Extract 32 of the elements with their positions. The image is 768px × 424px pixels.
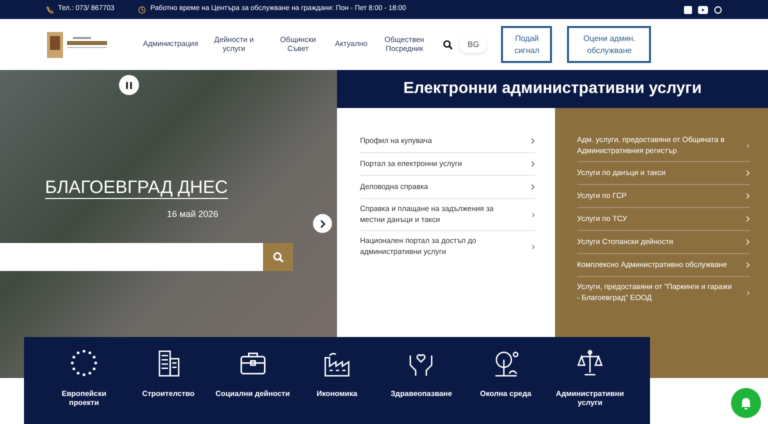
- chevron-right-icon: [531, 138, 535, 144]
- chevron-right-icon: [746, 262, 750, 268]
- chevron-right-icon: [532, 212, 535, 218]
- services-heading: Електронни административни услуги: [337, 70, 768, 108]
- chevron-right-icon: [532, 244, 535, 250]
- next-slide-button[interactable]: [313, 214, 332, 233]
- chevron-right-icon: [320, 220, 326, 228]
- chevron-right-icon: [746, 170, 750, 176]
- chevron-right-icon: [746, 193, 750, 199]
- search-icon[interactable]: [443, 40, 454, 50]
- chevron-right-icon: [747, 142, 750, 148]
- chevron-right-icon: [747, 290, 750, 296]
- rate-service-button[interactable]: Оцени админ. обслужване: [567, 26, 652, 63]
- phone-icon: [46, 6, 54, 14]
- search-icon: [272, 252, 284, 262]
- search-field[interactable]: [0, 243, 293, 271]
- stars-circle-icon: [68, 347, 100, 379]
- pause-button[interactable]: [119, 75, 139, 95]
- news-headline-link[interactable]: БЛАГОЕВГРАД ДНЕС: [45, 178, 228, 199]
- report-button[interactable]: Подай сигнал: [501, 26, 552, 63]
- chevron-right-icon: [746, 216, 750, 222]
- notification-button[interactable]: [731, 388, 761, 418]
- clock-icon: [138, 6, 146, 14]
- youtube-icon[interactable]: [698, 6, 708, 14]
- chevron-right-icon: [531, 184, 535, 190]
- language-button[interactable]: BG: [459, 36, 488, 52]
- bell-icon: [739, 396, 753, 410]
- municipality-logo[interactable]: [47, 32, 109, 58]
- search-button[interactable]: [263, 243, 293, 271]
- chevron-right-icon: [746, 239, 750, 245]
- news-date: 16 май 2026: [167, 208, 218, 221]
- chevron-right-icon: [531, 161, 535, 167]
